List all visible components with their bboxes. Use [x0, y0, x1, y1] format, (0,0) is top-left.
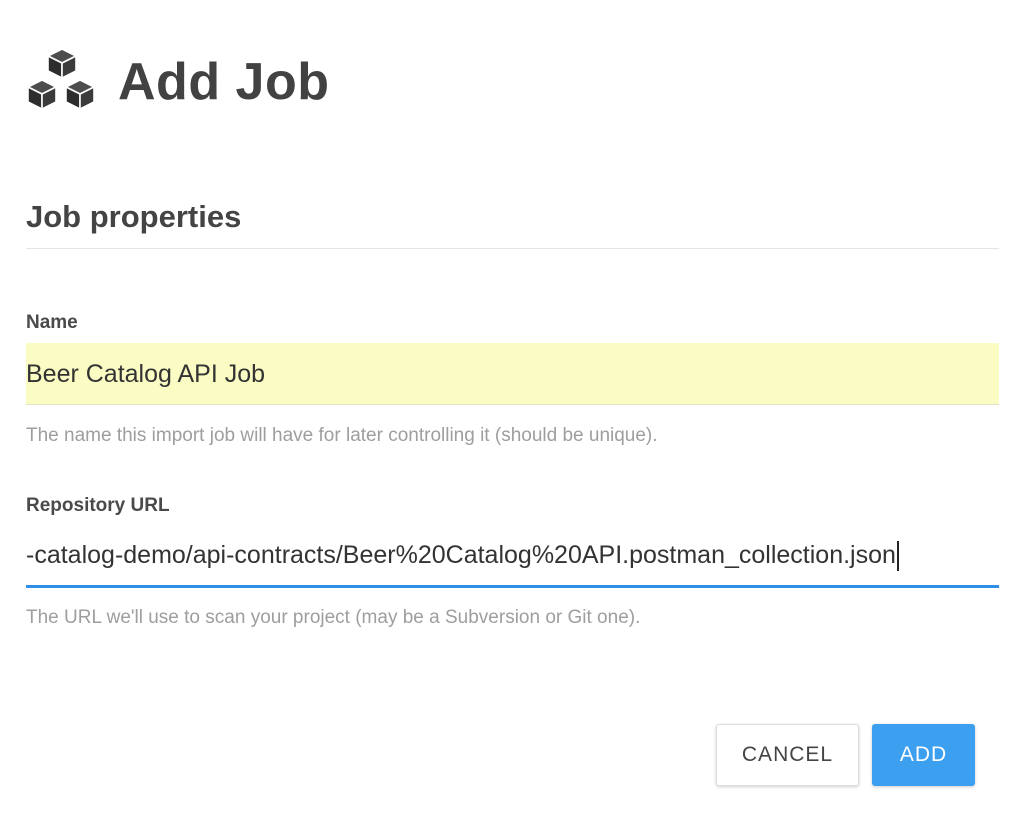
repository-url-help-text: The URL we'll use to scan your project (…	[26, 607, 641, 628]
text-caret	[896, 541, 899, 572]
name-help-text: The name this import job will have for l…	[26, 425, 658, 446]
name-input-value: Beer Catalog API Job	[26, 360, 266, 388]
name-input[interactable]: Beer Catalog API Job	[26, 343, 999, 405]
repository-url-value: -catalog-demo/api-contracts/Beer%20Catal…	[26, 541, 896, 569]
add-button[interactable]: ADD	[872, 724, 975, 786]
repository-url-label: Repository URL	[26, 495, 170, 516]
repository-url-input[interactable]: -catalog-demo/api-contracts/Beer%20Catal…	[26, 526, 999, 588]
dialog-title: Add Job	[118, 53, 330, 111]
dialog-header: Add Job	[24, 44, 329, 120]
section-title: Job properties	[26, 199, 242, 234]
name-label: Name	[26, 312, 78, 333]
add-job-dialog: Add Job Job properties Name Beer Catalog…	[0, 0, 1024, 838]
cancel-button[interactable]: CANCEL	[716, 724, 859, 786]
section-divider	[26, 248, 999, 249]
cubes-icon	[27, 48, 95, 110]
